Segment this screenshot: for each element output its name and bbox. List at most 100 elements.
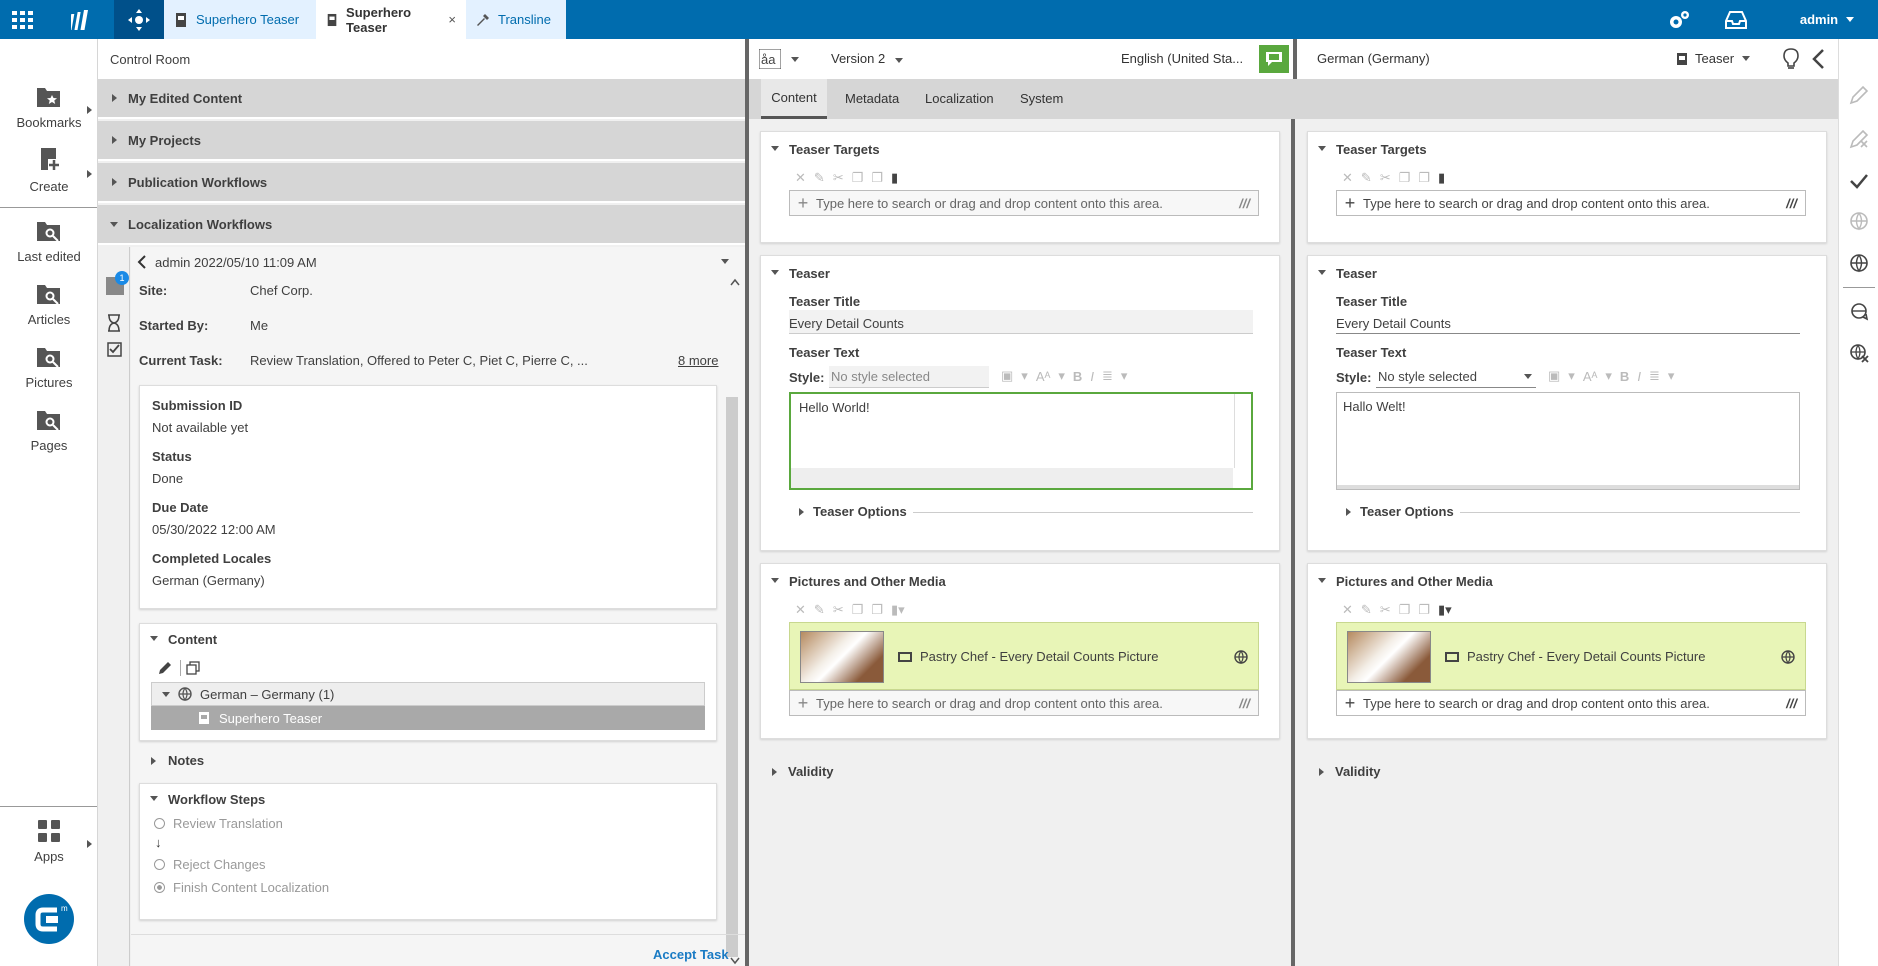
inbox-icon[interactable] xyxy=(1722,0,1750,39)
tab-system[interactable]: System xyxy=(1020,91,1063,106)
chevron-down-icon[interactable]: ▾ xyxy=(1568,368,1575,384)
library-icon[interactable]: /// xyxy=(1786,696,1797,711)
chevron-down-icon[interactable] xyxy=(721,259,729,264)
collapse-icon[interactable] xyxy=(150,636,158,641)
font-size-icon[interactable]: Aᴬ xyxy=(1583,369,1598,384)
italic-icon[interactable]: I xyxy=(1637,369,1641,384)
more-assignees-link[interactable]: 8 more xyxy=(678,353,718,368)
paste-icon[interactable]: ▮ xyxy=(1438,170,1445,186)
italic-icon[interactable]: I xyxy=(1090,369,1094,384)
section-localization-workflows[interactable]: Localization Workflows xyxy=(98,205,745,245)
translate-icon[interactable]: åa xyxy=(759,49,781,69)
remove-icon[interactable]: ✕ xyxy=(795,170,806,186)
paste-icon[interactable]: ▮▾ xyxy=(1438,602,1452,618)
comment-toggle-button[interactable] xyxy=(1259,45,1289,73)
expand-icon[interactable] xyxy=(772,768,777,776)
section-publication-workflows[interactable]: Publication Workflows xyxy=(98,163,745,203)
collapse-icon[interactable] xyxy=(771,270,779,275)
insert-icon[interactable]: ▣ xyxy=(1001,368,1013,384)
copy-icon[interactable] xyxy=(186,661,200,675)
hourglass-icon[interactable] xyxy=(107,314,121,332)
tree-item-row[interactable]: Superhero Teaser xyxy=(151,706,705,730)
copy-icon[interactable]: ❐ xyxy=(1418,602,1430,618)
remove-icon[interactable]: ✕ xyxy=(795,602,806,618)
style-select[interactable]: No style selected xyxy=(829,366,989,388)
expand-icon[interactable] xyxy=(1319,768,1324,776)
expand-icon[interactable] xyxy=(1346,508,1351,516)
library-icon[interactable]: /// xyxy=(1239,196,1250,211)
copy-icon[interactable]: ❐ xyxy=(1399,170,1411,186)
nav-pictures[interactable]: Pictures xyxy=(0,345,98,390)
preview-globe-icon[interactable] xyxy=(1849,253,1869,273)
paste-icon[interactable]: ▮ xyxy=(891,170,898,186)
validity-toggle-right[interactable]: Validity xyxy=(1335,764,1381,779)
insert-icon[interactable]: ▣ xyxy=(1548,368,1560,384)
nav-pages[interactable]: Pages xyxy=(0,408,98,453)
withdraw-globe-icon[interactable] xyxy=(1849,343,1869,363)
workflow-header[interactable]: admin 2022/05/10 11:09 AM xyxy=(131,247,745,277)
section-my-edited-content[interactable]: My Edited Content xyxy=(98,79,745,119)
user-menu[interactable]: admin xyxy=(1796,0,1858,39)
scroll-down-icon[interactable] xyxy=(730,957,740,965)
tab-metadata[interactable]: Metadata xyxy=(845,91,899,106)
close-tab-icon[interactable]: × xyxy=(448,12,456,27)
collapse-icon[interactable] xyxy=(771,146,779,151)
app-menu-icon[interactable] xyxy=(0,0,46,39)
library-icon[interactable] xyxy=(64,0,100,39)
teaser-options-toggle[interactable]: Teaser Options xyxy=(813,504,907,519)
expand-icon[interactable] xyxy=(799,508,804,516)
cut-icon[interactable]: ✂ xyxy=(1380,170,1391,186)
scroll-up-icon[interactable] xyxy=(730,278,740,286)
search-drop-input[interactable]: + Type here to search or drag and drop co… xyxy=(1336,190,1806,216)
copy-icon[interactable]: ❐ xyxy=(852,170,864,186)
approve-icon[interactable] xyxy=(1849,85,1869,105)
copy-icon[interactable]: ❐ xyxy=(871,602,883,618)
accept-task-button[interactable]: Accept Task xyxy=(653,947,729,962)
font-size-icon[interactable]: Aᴬ xyxy=(1036,369,1051,384)
teaser-title-field[interactable]: Every Detail Counts xyxy=(789,310,1253,334)
bold-icon[interactable]: B xyxy=(1620,369,1629,384)
pencil-icon[interactable]: ✎ xyxy=(1361,602,1372,618)
nav-create[interactable]: Create xyxy=(0,147,98,194)
nav-bookmarks[interactable]: Bookmarks xyxy=(0,85,98,130)
cut-icon[interactable]: ✂ xyxy=(833,170,844,186)
collapse-icon[interactable] xyxy=(1318,578,1326,583)
doctype-selector[interactable]: Teaser xyxy=(1677,51,1751,66)
disapprove-icon[interactable] xyxy=(1849,129,1869,149)
tab-transline[interactable]: Transline xyxy=(466,0,566,39)
nav-articles[interactable]: Articles xyxy=(0,282,98,327)
copy-icon[interactable]: ❐ xyxy=(1399,602,1411,618)
collapse-left-icon[interactable] xyxy=(1811,49,1825,69)
copy-icon[interactable]: ❐ xyxy=(871,170,883,186)
chevron-down-icon[interactable]: ▾ xyxy=(1021,368,1028,384)
nav-apps[interactable]: Apps xyxy=(0,819,98,864)
tab-content[interactable]: Content xyxy=(761,79,827,119)
bold-icon[interactable]: B xyxy=(1073,369,1082,384)
tab-superhero-teaser-1[interactable]: Superhero Teaser xyxy=(164,0,316,39)
version-selector[interactable]: Version 2 xyxy=(831,51,903,66)
paste-icon[interactable]: ▮▾ xyxy=(891,602,905,618)
lightbulb-icon[interactable] xyxy=(1783,48,1799,70)
teaser-text-editor[interactable]: Hallo Welt! xyxy=(1336,392,1800,490)
pencil-icon[interactable] xyxy=(158,661,172,675)
tab-localization[interactable]: Localization xyxy=(925,91,994,106)
collapse-icon[interactable] xyxy=(1318,270,1326,275)
chevron-down-icon[interactable] xyxy=(791,57,799,62)
settings-gears-icon[interactable] xyxy=(1666,0,1692,39)
collapse-icon[interactable] xyxy=(1318,146,1326,151)
scrollbar[interactable] xyxy=(726,397,738,957)
pencil-icon[interactable]: ✎ xyxy=(814,602,825,618)
chevron-down-icon[interactable]: ▾ xyxy=(1121,368,1128,384)
validity-toggle-left[interactable]: Validity xyxy=(788,764,834,779)
publish-globe-icon[interactable] xyxy=(1849,211,1869,231)
teaser-options-toggle[interactable]: Teaser Options xyxy=(1360,504,1454,519)
remove-icon[interactable]: ✕ xyxy=(1342,602,1353,618)
tab-superhero-teaser-2[interactable]: Superhero Teaser × xyxy=(316,0,466,39)
search-drop-input[interactable]: + Type here to search or drag and drop co… xyxy=(789,690,1259,716)
copy-icon[interactable]: ❐ xyxy=(852,602,864,618)
teaser-text-editor[interactable]: Hello World! xyxy=(789,392,1253,490)
linked-picture-item[interactable]: Pastry Chef - Every Detail Counts Pictur… xyxy=(789,622,1259,690)
nav-last-edited[interactable]: Last edited xyxy=(0,219,98,264)
linked-picture-item[interactable]: Pastry Chef - Every Detail Counts Pictur… xyxy=(1336,622,1806,690)
chevron-down-icon[interactable]: ▾ xyxy=(1058,368,1065,384)
